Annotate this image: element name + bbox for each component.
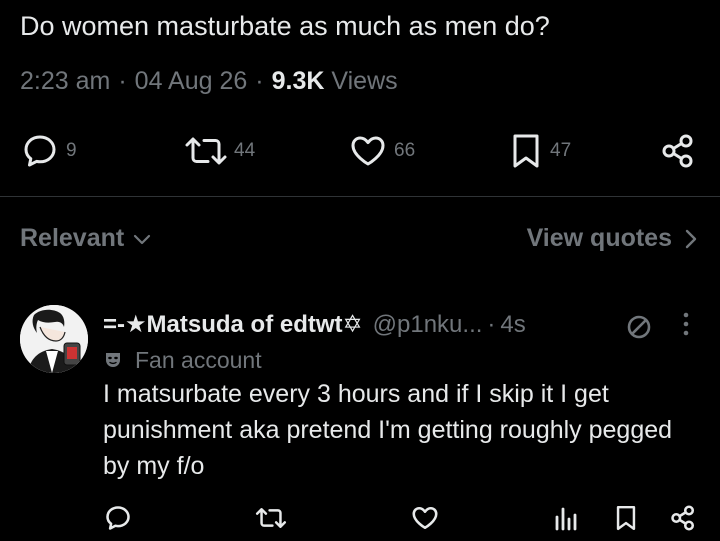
speech-bubble-icon	[24, 135, 56, 167]
post-text: Do women masturbate as much as men do?	[20, 11, 550, 41]
reply-header: =-★Matsuda of edtwt✡ @p1nku... · 4s	[103, 308, 526, 342]
bookmark-button[interactable]: 47	[508, 131, 571, 171]
reply-reply-button[interactable]	[103, 500, 133, 536]
reply-time[interactable]: 4s	[500, 308, 525, 342]
vertical-dots-icon[interactable]	[678, 309, 694, 339]
reply-like-button[interactable]	[410, 500, 440, 536]
repost-arrows-icon	[185, 137, 227, 165]
sort-label: Relevant	[20, 224, 125, 252]
bookmark-icon	[616, 505, 636, 531]
repost-count: 44	[234, 140, 256, 161]
chevron-right-icon	[685, 229, 697, 248]
reply-author-name[interactable]: =-★Matsuda of edtwt✡	[103, 308, 363, 342]
speech-bubble-icon	[106, 506, 130, 530]
views-label: Views	[331, 67, 398, 95]
fan-account-text: Fan account	[135, 347, 262, 373]
bookmark-count: 47	[550, 140, 572, 161]
no-entry-icon	[627, 315, 651, 339]
like-button[interactable]: 66	[348, 131, 415, 171]
repost-arrows-icon	[255, 508, 287, 528]
reply-bookmark-button[interactable]	[613, 500, 639, 536]
share-icon	[662, 134, 693, 168]
post-date[interactable]: 04 Aug 26	[135, 67, 248, 95]
mask-icon	[106, 353, 120, 367]
share-icon	[671, 505, 695, 531]
chevron-down-icon	[134, 234, 151, 244]
views-count: 9.3K	[271, 67, 325, 95]
reply-share-button[interactable]	[669, 500, 697, 536]
reply-actions	[103, 500, 703, 536]
view-quotes-label: View quotes	[526, 224, 672, 252]
reply-views-button[interactable]	[553, 500, 579, 536]
post-time[interactable]: 2:23 am	[20, 67, 110, 95]
heart-icon	[351, 136, 385, 166]
heart-icon	[412, 506, 438, 530]
reply-repost-button[interactable]	[255, 500, 287, 536]
bar-chart-icon	[555, 507, 577, 531]
avatar[interactable]	[20, 305, 88, 373]
fan-account-label: Fan account	[103, 344, 262, 376]
like-count: 66	[394, 140, 416, 161]
reply-count: 9	[66, 140, 77, 161]
section-divider	[0, 196, 720, 197]
repost-button[interactable]: 44	[184, 131, 255, 171]
post-meta: 2:23 am · 04 Aug 26 · 9.3K Views	[20, 67, 398, 95]
view-quotes-link[interactable]: View quotes	[527, 224, 698, 253]
reply-text: I matsurbate every 3 hours and if I skip…	[103, 380, 673, 480]
post-actions: 9 44 66 47	[20, 131, 700, 171]
share-button[interactable]	[660, 131, 696, 171]
sort-dropdown[interactable]: Relevant	[20, 224, 152, 253]
reply-author-handle[interactable]: @p1nku...	[373, 308, 483, 342]
reply-button[interactable]: 9	[20, 131, 77, 171]
bookmark-icon	[513, 134, 539, 168]
